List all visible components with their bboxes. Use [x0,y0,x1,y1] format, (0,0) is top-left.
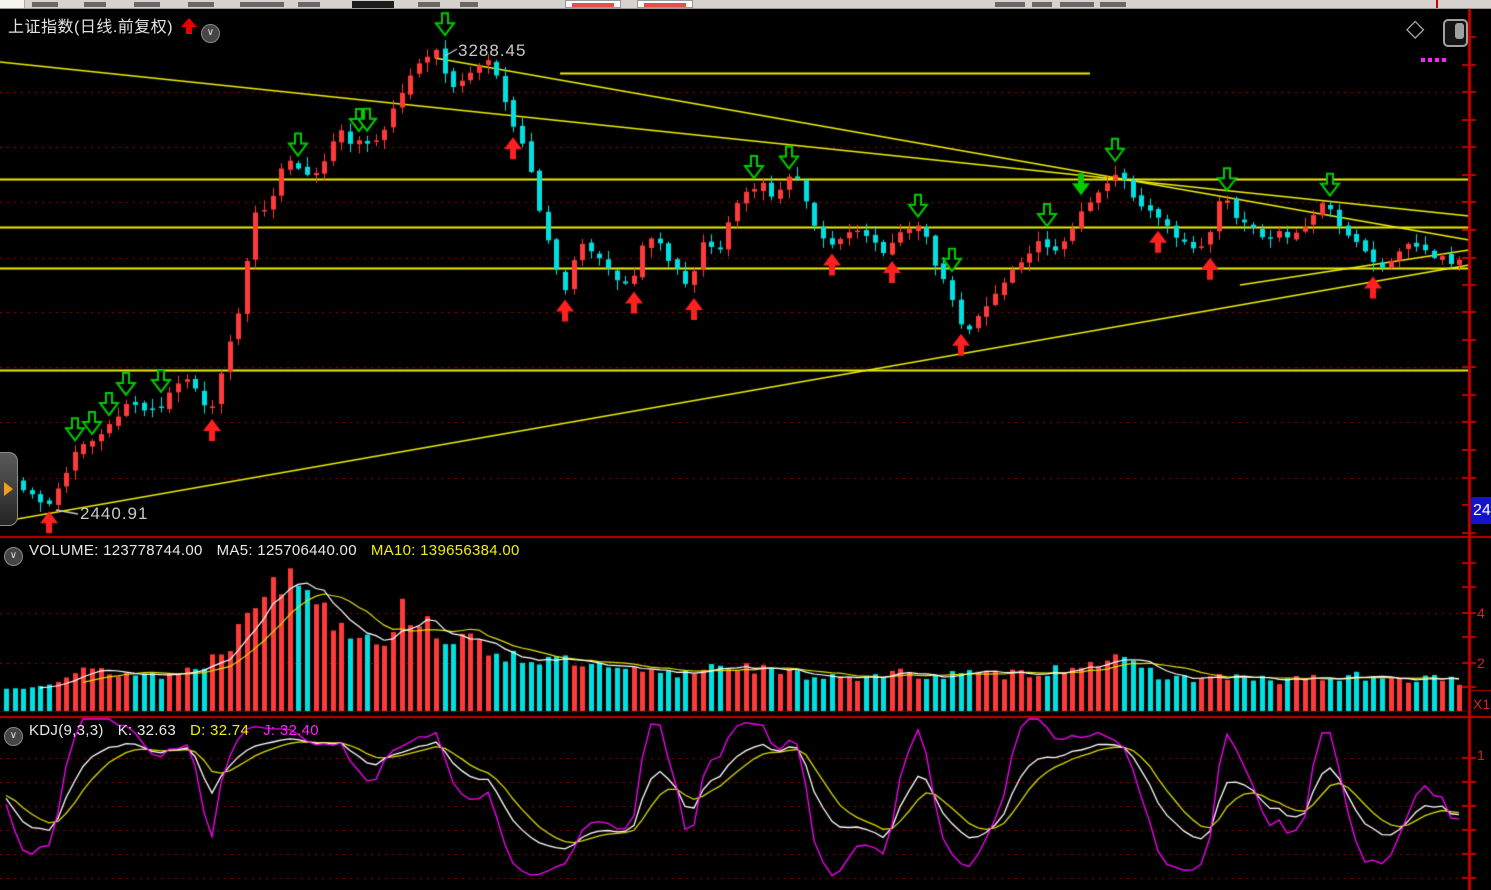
low-price-label: 2440.91 [80,504,148,524]
price-axis-badge: 24 [1471,497,1491,524]
window-switch-icon[interactable] [1443,19,1468,47]
volume-multiplier-label: X1 [1473,696,1490,712]
kdj-k-value: K: 32.63 [118,722,176,739]
toolbar-fragment [0,0,25,8]
app-window: 上证指数(日线.前复权)∨ 3288.45 2440.91 ◇ 24 ∨VOLU… [0,0,1491,890]
volume-value: VOLUME: 123778744.00 [29,542,203,559]
chevron-down-icon[interactable]: ∨ [201,24,220,43]
toolbar-fragment [1436,0,1438,8]
collapse-volume-icon[interactable]: ∨ [4,547,23,566]
volume-axis-label-2: 2 [1477,655,1485,671]
kdj-j-value: J: 32.40 [263,722,319,739]
collapse-kdj-icon[interactable]: ∨ [4,727,23,746]
chart-title-bar: 上证指数(日线.前复权) ∨ [8,13,220,43]
toolbar-fragment [995,2,1025,7]
toolbar-fragment [352,1,394,8]
page-title: 上证指数(日线.前复权) [8,19,173,36]
sidebar-collapse-handle[interactable] [0,452,18,526]
toolbar-fragment [1100,2,1126,7]
toolbar-fragment [418,2,440,7]
kdj-panel-header: ∨ KDJ(9,3,3) K: 32.63 D: 32.74 J: 32.40 [4,722,333,746]
volume-panel-header: ∨ VOLUME: 123778744.00 MA5: 125706440.00 MA… [4,542,534,566]
toolbar-fragment [32,2,58,7]
toolbar-fragment [298,2,320,7]
toolbar-fragment [84,2,106,7]
toolbar-fragment [460,2,478,7]
volume-ma5-value: MA5: 125706440.00 [217,542,357,559]
diamond-tool-icon[interactable]: ◇ [1406,14,1424,43]
toolbar-fragment [240,2,284,7]
volume-axis-label-4: 4 [1477,605,1485,621]
toolbar-fragment[interactable] [565,0,621,8]
kdj-title: KDJ(9,3,3) [29,722,104,739]
chart-canvas[interactable] [0,8,1491,890]
toolbar-fragment [1060,2,1094,7]
toolbar-fragment [188,2,214,7]
peak-price-label: 3288.45 [458,41,526,61]
toolbar-fragment [134,2,160,7]
kdj-d-value: D: 32.74 [190,722,249,739]
kdj-axis-label: 1 [1477,747,1485,763]
volume-ma10-value: MA10: 139656384.00 [371,542,520,559]
toolbar-fragment [1032,2,1052,7]
up-arrow-icon [181,18,197,34]
toolbar-fragment[interactable] [637,0,693,8]
magenta-dots-icon [1421,58,1425,62]
